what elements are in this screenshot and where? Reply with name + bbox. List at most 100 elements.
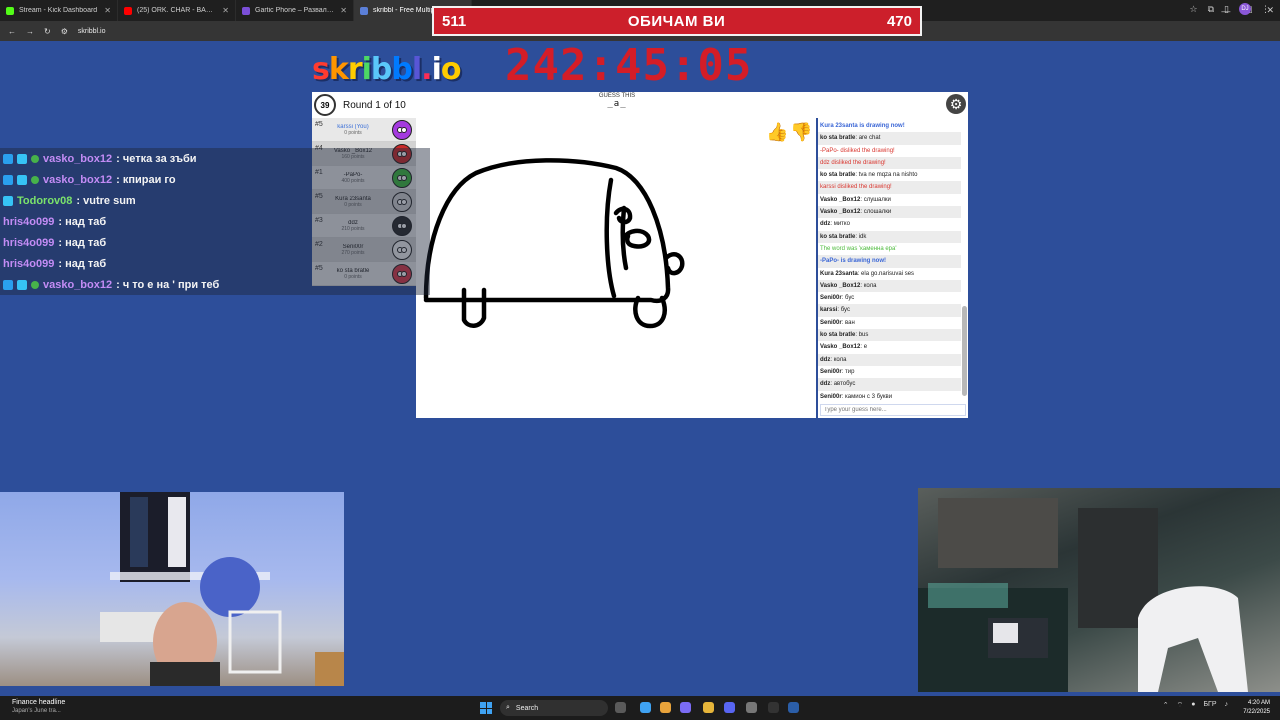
chat-text: bus — [858, 332, 869, 339]
chat-message: -PaPo- disliked the drawing! — [818, 145, 961, 157]
search-label: Search — [515, 704, 539, 712]
tab-title: Stream - Kick Dashboard — [19, 7, 98, 14]
chat-author: karssi — [820, 307, 838, 314]
bookmark-star-icon[interactable]: ☆ — [1190, 4, 1198, 15]
word-hint: GUESS THIS _a_ — [572, 93, 662, 109]
taskbar-search[interactable]: ⌕ Search — [500, 700, 608, 716]
round-timer: 39 — [314, 94, 336, 116]
back-icon[interactable]: ← — [8, 27, 16, 36]
chat-message: ddz: автобус — [818, 378, 961, 391]
player-row[interactable]: #5 karssi (You) 0 points — [312, 118, 416, 142]
chat-text: ван — [845, 319, 855, 326]
chat-text: ela go.narisuvai ses — [861, 270, 915, 277]
chat-author: Kura 23santa — [820, 270, 858, 277]
forward-icon[interactable]: → — [26, 27, 34, 36]
url-text[interactable]: skribbl.io — [78, 28, 106, 35]
tray-wifi-icon[interactable]: ⌔ — [1177, 701, 1184, 710]
chat-text: автобус — [833, 381, 856, 388]
chat-author: ddz — [820, 356, 831, 363]
steam-icon[interactable] — [788, 702, 799, 713]
tray-language[interactable]: БГР — [1203, 701, 1216, 710]
logo-letter: s — [312, 52, 330, 87]
webcam-room — [918, 488, 1280, 692]
windows-start-icon[interactable] — [480, 702, 492, 714]
drawing-canvas[interactable]: 👍 👎 — [416, 118, 816, 418]
tab-title: Gartic Phone – Развален телефон — [255, 7, 335, 14]
chat-scrollbar[interactable] — [962, 122, 967, 402]
drawing — [423, 158, 685, 329]
taskbar: Finance headline Japan's June tra... ⌕ S… — [0, 696, 1280, 720]
guess-input[interactable] — [820, 404, 966, 416]
stream-chat-user: vasko_box12 — [43, 278, 113, 291]
search-icon: ⌕ — [506, 704, 510, 711]
sidebar-icon[interactable]: ▯ — [1224, 4, 1229, 15]
browser-tab[interactable]: Stream - Kick Dashboard ✕ — [0, 0, 118, 21]
discord-icon[interactable] — [680, 702, 691, 713]
stream-chat-user: hris4o099 — [3, 257, 55, 270]
tab-title: (25) ORK. CHAR - BAM BAM / ОРК. ЧАР — [137, 7, 217, 14]
stream-chat-overlay: vasko_box12 : четка за зъби vasko_box12: к… — [0, 148, 430, 295]
chrome-icon[interactable] — [660, 702, 671, 713]
car-handle-stroke — [621, 228, 652, 249]
player-points: 0 points — [344, 129, 362, 136]
chat-text: слошалки — [863, 209, 892, 216]
system-tray: ⌃ ⌔ ● БГР ♪ — [1163, 701, 1228, 710]
profile-avatar[interactable]: DJ — [1239, 3, 1251, 15]
logo-letter: l — [411, 52, 422, 87]
taskbar-clock[interactable]: 4:20 AM 7/22/2025 — [1243, 699, 1270, 717]
tray-mic-icon[interactable]: ● — [1191, 701, 1195, 710]
app-icon-2[interactable] — [768, 702, 779, 713]
obs-icon[interactable] — [746, 702, 757, 713]
webcam-scene-left — [100, 492, 344, 686]
chat-message: Kura 23santa: ela go.narisuvai ses — [820, 270, 915, 277]
site-info-icon[interactable]: ⚙ — [61, 27, 68, 36]
chat-badge-icon — [31, 175, 39, 184]
taskbar-time: 4:20 AM — [1247, 700, 1270, 706]
stream-chat-message: vasko_box12: кпирaи го — [0, 169, 430, 190]
chat-author: ko sta bratle — [820, 332, 856, 339]
tray-volume-icon[interactable]: ♪ — [1225, 701, 1229, 710]
menu-icon[interactable]: ⋮ — [1261, 4, 1270, 15]
browser-tab[interactable]: (25) ORK. CHAR - BAM BAM / ОРК. ЧАР ✕ — [118, 0, 236, 21]
stream-chat-text: : четка за зъби — [116, 152, 197, 165]
tab-close-icon[interactable]: ✕ — [340, 6, 347, 15]
tab-close-icon[interactable]: ✕ — [104, 6, 111, 15]
settings-gear-icon[interactable]: ⚙ — [946, 94, 966, 114]
chat-author: Seni00r — [820, 368, 842, 375]
stream-chat-message: Todorov08: vutre sum — [0, 190, 430, 211]
news-widget[interactable]: Finance headline Japan's June tra... — [12, 699, 65, 715]
reload-icon[interactable]: ↻ — [44, 27, 51, 36]
thumbs-up-icon[interactable]: 👍 — [766, 122, 788, 143]
chat-system-text: ddz disliked the drawing! — [820, 159, 886, 166]
chat-author: Seni00r — [820, 295, 842, 302]
file-explorer-icon[interactable] — [703, 702, 714, 713]
chat-text: кола — [833, 356, 847, 363]
car-window-stroke — [604, 177, 617, 299]
chat-text: idk — [858, 233, 867, 240]
tray-chevron-icon[interactable]: ⌃ — [1163, 701, 1169, 710]
stream-chat-message: vasko_box12: ч то е на ' при теб — [0, 274, 430, 295]
chat-author: Vasko _Box12 — [820, 282, 861, 289]
thumbs-down-icon[interactable]: 👎 — [790, 122, 812, 143]
chat-system-text: karssi disliked the drawing! — [820, 184, 892, 191]
game-header: 39 Round 1 of 10 GUESS THIS _a_ ⚙ — [312, 92, 968, 118]
task-view-icon[interactable] — [615, 702, 626, 713]
rear-wheel-stroke — [461, 287, 487, 328]
stream-chat-text: : ч то е на ' при теб — [116, 278, 220, 291]
extensions-icon[interactable]: ⧉ — [1208, 4, 1214, 15]
chat-scroll-thumb[interactable] — [962, 306, 967, 396]
news-title: Finance headline — [12, 699, 66, 706]
widgets-icon[interactable] — [640, 702, 651, 713]
browser-tab[interactable]: Gartic Phone – Развален телефон ✕ — [236, 0, 354, 21]
chat-badge-icon — [17, 153, 27, 164]
logo-letter: o — [440, 52, 462, 87]
game-chat: Kura 23santa is drawing now! ko sta bratl… — [818, 118, 968, 418]
player-rank: #5 — [315, 121, 323, 128]
score-left: 511 — [442, 12, 467, 30]
chat-author: Seni00r — [820, 319, 842, 326]
app-icon[interactable] — [724, 702, 735, 713]
tab-favicon-icon — [6, 6, 14, 15]
chat-message: ko sta bratle: tva ne mqza na nishto — [820, 172, 918, 179]
chat-badge-icon — [3, 153, 13, 164]
tab-close-icon[interactable]: ✕ — [222, 6, 229, 15]
